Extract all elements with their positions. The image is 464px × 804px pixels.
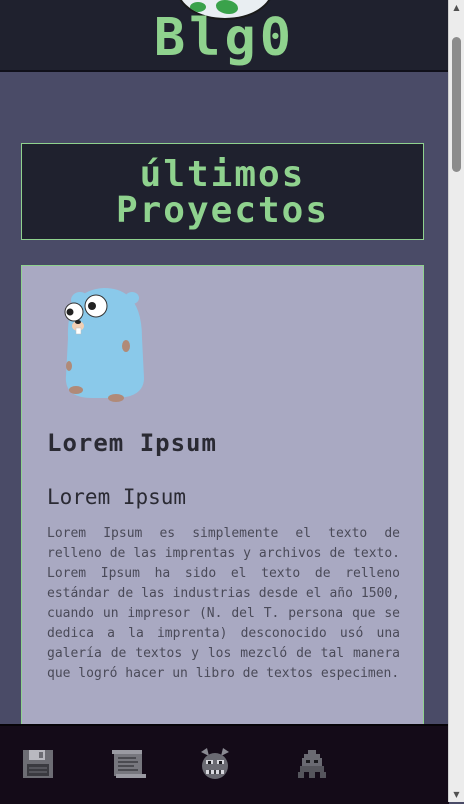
floppy-disk-icon[interactable]: [21, 746, 57, 782]
card-title: Lorem Ipsum: [47, 429, 217, 457]
space-invader-icon[interactable]: [294, 746, 330, 782]
project-card: Lorem Ipsum Lorem Ipsum Lorem Ipsum es s…: [21, 265, 424, 737]
vertical-scrollbar[interactable]: ▲ ▼: [448, 0, 464, 802]
section-header: últimos Proyectos: [21, 143, 424, 240]
scroll-down-arrow-icon[interactable]: ▼: [449, 787, 464, 802]
scroll-up-arrow-icon[interactable]: ▲: [449, 0, 464, 15]
bottom-navigation: [0, 724, 449, 804]
scrollbar-thumb[interactable]: [452, 37, 461, 172]
section-title: últimos Proyectos: [115, 154, 330, 231]
scroll-document-icon[interactable]: [110, 746, 146, 782]
top-header: Blg0: [0, 0, 449, 72]
card-subtitle: Lorem Ipsum: [47, 485, 187, 509]
card-description: Lorem Ipsum es simplemente el texto de r…: [47, 526, 400, 681]
gopher-mascot-icon: [64, 288, 144, 402]
angry-face-icon[interactable]: [197, 746, 233, 782]
site-title[interactable]: Blg0: [0, 11, 449, 65]
